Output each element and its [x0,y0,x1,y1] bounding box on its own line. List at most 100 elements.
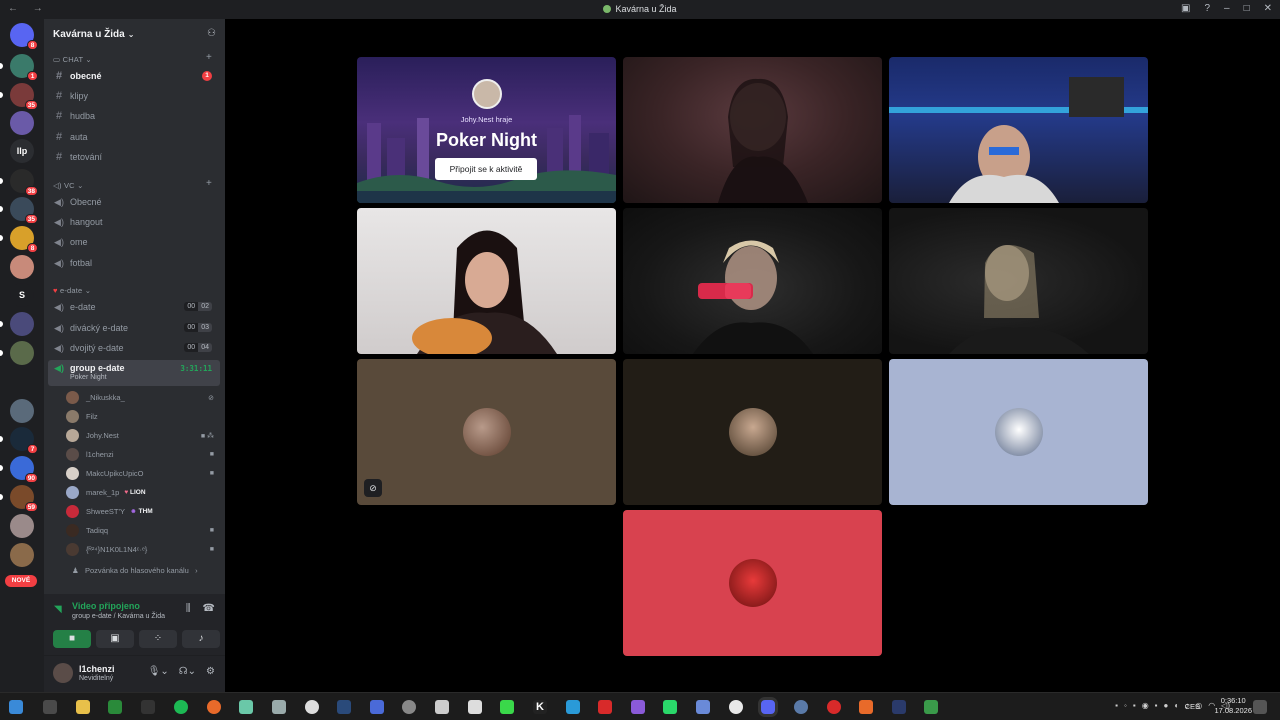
server-icon[interactable]: 38 [0,169,38,196]
home-button[interactable]: 8 [10,23,38,50]
close-button[interactable]: ✕ [1264,3,1272,14]
video-tile[interactable] [623,208,882,354]
server-icon[interactable] [10,543,34,567]
obs-icon[interactable] [402,700,416,714]
display-icon[interactable] [370,700,384,714]
voice-member[interactable]: Filz [66,408,218,425]
voice-member[interactable]: _Nikuskka_ ⊘ [66,389,218,406]
invite-to-voice-link[interactable]: ♟ Pozvánka do hlasového kanálu › [72,566,198,575]
app-icon[interactable] [239,700,253,714]
inbox-icon[interactable]: ▣ [1181,3,1190,14]
new-badge[interactable]: NOVÉ [5,575,37,587]
voice-channel-dvojity-edate[interactable]: ◀) dvojitý e-date 00 04 [48,339,220,357]
opera-icon[interactable] [827,700,841,714]
add-channel-icon[interactable]: + [206,178,212,189]
soundboard-button[interactable]: ♪ [182,630,220,648]
shield-icon[interactable] [43,700,57,714]
server-icon[interactable] [0,312,34,336]
tray-icon[interactable]: ◐ [1174,701,1179,710]
video-tile[interactable] [623,57,882,203]
spotify-tray-icon[interactable]: ● [1164,701,1169,710]
app-icon[interactable] [696,700,710,714]
video-tile[interactable] [357,208,616,354]
guild-header[interactable]: Kavárna u Žida ⌄ ⚇ [44,19,225,49]
tray-icon[interactable]: ▪ [1155,701,1158,710]
noise-suppression-icon[interactable]: ⫼ [186,603,191,614]
screen-share-button[interactable]: ▣ [96,630,134,648]
server-icon[interactable]: 59 [0,485,38,512]
firefox-icon[interactable] [207,700,221,714]
server-icon-llp[interactable]: llp [10,139,34,163]
video-tile[interactable] [889,208,1148,354]
discord-icon[interactable] [761,700,775,714]
server-icon-s[interactable]: S [10,283,34,307]
voice-status[interactable]: Video připojeno [72,601,140,611]
voice-channel-hangout[interactable]: ◀) hangout [48,213,220,231]
voice-member[interactable]: marek_1p ♥ LION [66,484,218,501]
server-icon[interactable]: 35 [0,197,38,224]
nvidia-icon[interactable] [108,700,122,714]
spotify-icon[interactable] [174,700,188,714]
tray-icon[interactable]: ▪ [1115,701,1118,710]
start-icon[interactable] [9,700,23,714]
steam-tray-icon[interactable]: ◉ [1142,701,1149,710]
headphones-icon[interactable]: ☊⌄ [179,666,196,677]
voice-channel-obecne[interactable]: ◀) Obecné [48,193,220,211]
maximize-button[interactable]: □ [1244,3,1250,14]
join-activity-button[interactable]: Připojit se k aktivitě [435,158,537,180]
voice-member[interactable]: Tadiqq ■ [66,522,218,539]
app-icon[interactable] [631,700,645,714]
steam-icon[interactable] [337,700,351,714]
clock[interactable]: 0:36:10 17.08.2026 [1214,696,1252,716]
channel-auta[interactable]: # auta [48,128,220,146]
microphone-icon[interactable]: 🎙︎⌄ [148,666,169,677]
voice-channel-divacky-edate[interactable]: ◀) divácký e-date 00 03 [48,319,220,337]
notifications-icon[interactable] [1253,700,1267,714]
video-tile[interactable] [889,57,1148,203]
activity-tile[interactable]: Johy.Nest hraje Poker Night Připojit se … [357,57,616,203]
channel-klipy[interactable]: # klipy [48,87,220,105]
app-icon[interactable] [598,700,612,714]
invite-people-icon[interactable]: ⚇ [207,28,216,39]
voice-channel-fotbal[interactable]: ◀) fotbal [48,254,220,272]
voice-channel-ome[interactable]: ◀) ome [48,233,220,251]
camera-button[interactable]: ■ [53,630,91,648]
terminal-icon[interactable] [141,700,155,714]
video-tile-avatar[interactable] [623,510,882,656]
video-tile-avatar[interactable]: ⊘ [357,359,616,505]
system-tray[interactable]: ▪ ◦ ▪ ◉ ▪ ● ◐ ♪ ◎ ◠ ◁) [1115,701,1230,710]
add-channel-icon[interactable]: + [206,52,212,63]
server-icon[interactable]: 90 [0,456,38,483]
username[interactable]: l1chenzi [79,664,115,674]
folder-icon[interactable] [76,700,90,714]
help-icon[interactable]: ? [1204,3,1210,14]
server-icon[interactable] [10,514,34,538]
app-icon[interactable] [663,700,677,714]
app-icon[interactable] [566,700,580,714]
app-icon[interactable] [794,700,808,714]
video-tile-avatar[interactable] [623,359,882,505]
server-icon[interactable]: 7 [0,427,38,454]
kick-icon[interactable]: K [533,700,547,714]
server-icon[interactable] [10,111,34,135]
app-icon[interactable] [468,700,482,714]
app-icon[interactable] [500,700,514,714]
category-chat[interactable]: ▭ CHAT ⌄ + [53,52,212,64]
activity-button[interactable]: ⁘ [139,630,177,648]
tray-icon[interactable]: ▪ [1133,701,1136,710]
category-vc[interactable]: ◁) VC ⌄ + [53,178,212,190]
voice-member[interactable]: ShweeST'Y ☻ THM [66,503,218,520]
voice-member[interactable]: Johy.Nest ■ ⁂ [66,427,218,444]
photoshop-icon[interactable] [892,700,906,714]
avatar[interactable] [53,663,73,683]
channel-obecne[interactable]: # obecné 1 [48,67,220,85]
minimize-button[interactable]: – [1224,3,1230,14]
voice-channel-group-edate[interactable]: ◀) group e-date Poker Night 3:31:11 [48,360,220,386]
server-icon[interactable]: 1 [0,54,38,81]
category-edate[interactable]: ♥ e-date ⌄ [53,286,91,295]
server-icon[interactable]: 8 [0,226,38,253]
disconnect-icon[interactable]: ☎ [203,603,215,614]
voice-member[interactable]: MakcUpikcUpicO ■ [66,465,218,482]
app-icon[interactable] [729,700,743,714]
app-icon[interactable] [924,700,938,714]
